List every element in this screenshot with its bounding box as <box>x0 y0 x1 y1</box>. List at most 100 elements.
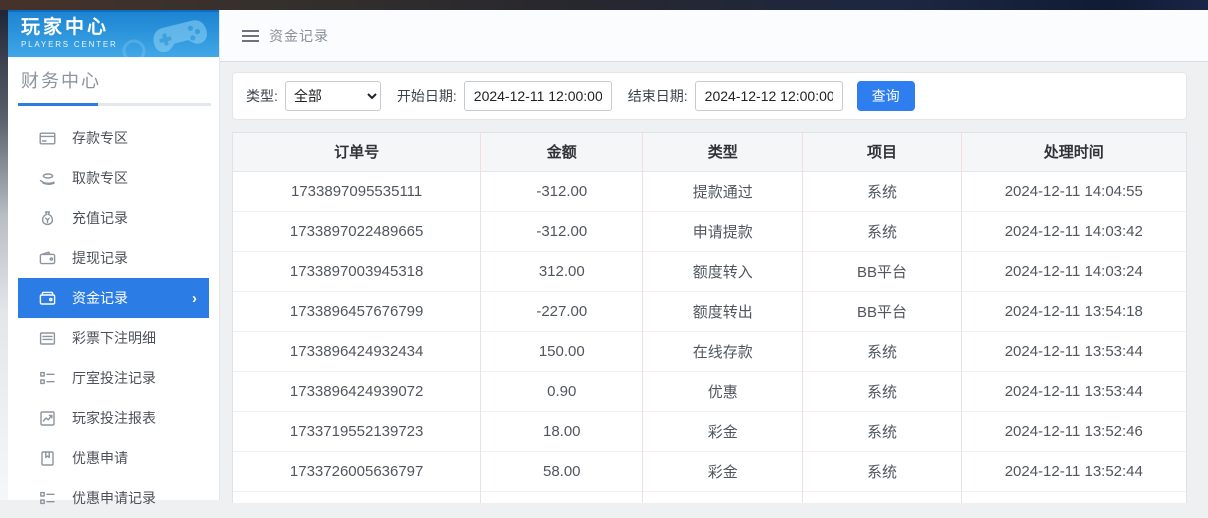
funds-record-icon <box>39 290 56 307</box>
withdraw-wallet-icon <box>39 250 56 267</box>
table-row: 1733896424932434150.00在线存款系统2024-12-11 1… <box>233 331 1186 371</box>
processed-time-cell: 2024-12-11 14:03:24 <box>961 251 1186 291</box>
type-cell: 彩金 <box>643 411 803 451</box>
sidebar-item-label: 优惠申请 <box>72 448 128 468</box>
table-row: 1733896457676799-227.00额度转出BB平台2024-12-1… <box>233 291 1186 331</box>
column-header: 类型 <box>643 133 803 171</box>
type-cell: 在线存款 <box>643 331 803 371</box>
type-label: 类型: <box>246 86 278 106</box>
gamepad-icon <box>151 16 209 57</box>
order-id-cell: 1733897003945318 <box>233 251 481 291</box>
withdraw-hand-icon <box>39 170 56 187</box>
sidebar-menu: 存款专区取款专区充值记录提现记录资金记录›彩票下注明细厅室投注记录玩家投注报表优… <box>8 118 219 518</box>
sidebar-item-label: 充值记录 <box>72 208 128 228</box>
amount-cell: -312.00 <box>481 211 643 251</box>
type-cell: 彩金 <box>643 451 803 491</box>
amount-cell: 312.00 <box>481 251 643 291</box>
sidebar-item-label: 彩票下注明细 <box>72 328 156 348</box>
order-id-cell: 1733896424932434 <box>233 331 481 371</box>
order-id-cell: 1733726005636797 <box>233 451 481 491</box>
sidebar-item[interactable]: 玩家投注报表 <box>18 398 209 438</box>
empty-cell <box>803 491 961 503</box>
main-area: 资金记录 类型: 全部 开始日期: 结束日期: 查询 订单号金额类型项目处理时间… <box>220 10 1208 500</box>
promo-record-checklist-icon <box>39 490 56 507</box>
funds-table: 订单号金额类型项目处理时间 1733897095535111-312.00提款通… <box>233 133 1186 503</box>
project-cell: 系统 <box>803 171 961 211</box>
amount-cell: 150.00 <box>481 331 643 371</box>
sidebar-brand: 玩家中心 PLAYERS CENTER <box>8 10 219 57</box>
sidebar-item-label: 取款专区 <box>72 168 128 188</box>
type-cell: 额度转入 <box>643 251 803 291</box>
project-cell: 系统 <box>803 331 961 371</box>
hall-bet-checklist-icon <box>39 370 56 387</box>
empty-cell <box>961 491 1186 503</box>
processed-time-cell: 2024-12-11 13:53:44 <box>961 331 1186 371</box>
sidebar-item-label: 提现记录 <box>72 248 128 268</box>
table-row: 1733897003945318312.00额度转入BB平台2024-12-11… <box>233 251 1186 291</box>
order-id-cell: 1733896457676799 <box>233 291 481 331</box>
empty-cell <box>643 491 803 503</box>
brand-circle-decoration <box>121 38 147 57</box>
sidebar-item[interactable]: 厅室投注记录 <box>18 358 209 398</box>
sidebar-item[interactable]: 提现记录 <box>18 238 209 278</box>
sidebar-item[interactable]: 优惠申请 <box>18 438 209 478</box>
empty-cell <box>481 491 643 503</box>
sidebar-item-label: 玩家投注报表 <box>72 408 156 428</box>
table-row: 1733897095535111-312.00提款通过系统2024-12-11 … <box>233 171 1186 211</box>
processed-time-cell: 2024-12-11 13:53:44 <box>961 371 1186 411</box>
column-header: 项目 <box>803 133 961 171</box>
amount-cell: 58.00 <box>481 451 643 491</box>
start-date-input[interactable] <box>464 81 612 111</box>
recharge-moneybag-icon <box>39 210 56 227</box>
topbar: 资金记录 <box>220 10 1208 62</box>
order-id-cell: 1733897095535111 <box>233 171 481 211</box>
table-row: 17338964249390720.90优惠系统2024-12-11 13:53… <box>233 371 1186 411</box>
order-id-cell: 1733896424939072 <box>233 371 481 411</box>
sidebar-item[interactable]: 彩票下注明细 <box>18 318 209 358</box>
project-cell: 系统 <box>803 371 961 411</box>
section-underline <box>18 103 211 106</box>
project-cell: BB平台 <box>803 251 961 291</box>
sidebar-item-label: 厅室投注记录 <box>72 368 156 388</box>
order-id-cell: 1733719552139723 <box>233 411 481 451</box>
project-cell: 系统 <box>803 451 961 491</box>
table-row: 173371955213972318.00彩金系统2024-12-11 13:5… <box>233 411 1186 451</box>
promo-apply-doc-icon <box>39 450 56 467</box>
content: 类型: 全部 开始日期: 结束日期: 查询 订单号金额类型项目处理时间 1733… <box>220 62 1208 503</box>
project-cell: 系统 <box>803 411 961 451</box>
table-row: 173372600563679758.00彩金系统2024-12-11 13:5… <box>233 451 1186 491</box>
background-left-strip <box>0 10 8 500</box>
amount-cell: 18.00 <box>481 411 643 451</box>
sidebar-item[interactable]: 取款专区 <box>18 158 209 198</box>
search-button[interactable]: 查询 <box>857 81 915 111</box>
breadcrumb: 资金记录 <box>269 26 329 46</box>
table-row-partial <box>233 491 1186 503</box>
filter-bar: 类型: 全部 开始日期: 结束日期: 查询 <box>232 72 1187 120</box>
processed-time-cell: 2024-12-11 13:52:46 <box>961 411 1186 451</box>
chevron-right-icon: › <box>192 291 197 306</box>
column-header: 处理时间 <box>961 133 1186 171</box>
start-date-label: 开始日期: <box>397 86 457 106</box>
menu-toggle-icon[interactable] <box>242 29 259 43</box>
end-date-label: 结束日期: <box>628 86 688 106</box>
type-select[interactable]: 全部 <box>285 81 381 111</box>
sidebar-item[interactable]: 优惠申请记录 <box>18 478 209 518</box>
sidebar-item[interactable]: 充值记录 <box>18 198 209 238</box>
column-header: 金额 <box>481 133 643 171</box>
type-cell: 申请提款 <box>643 211 803 251</box>
sidebar-item[interactable]: 存款专区 <box>18 118 209 158</box>
deposit-card-icon <box>39 130 56 147</box>
processed-time-cell: 2024-12-11 13:52:44 <box>961 451 1186 491</box>
lottery-list-icon <box>39 330 56 347</box>
processed-time-cell: 2024-12-11 14:04:55 <box>961 171 1186 211</box>
funds-table-container: 订单号金额类型项目处理时间 1733897095535111-312.00提款通… <box>232 132 1187 503</box>
sidebar-item-label: 资金记录 <box>72 288 128 308</box>
project-cell: 系统 <box>803 211 961 251</box>
type-cell: 提款通过 <box>643 171 803 211</box>
end-date-input[interactable] <box>695 81 843 111</box>
order-id-cell: 1733897022489665 <box>233 211 481 251</box>
type-cell: 额度转出 <box>643 291 803 331</box>
processed-time-cell: 2024-12-11 14:03:42 <box>961 211 1186 251</box>
column-header: 订单号 <box>233 133 481 171</box>
sidebar-item[interactable]: 资金记录 › <box>18 278 209 318</box>
